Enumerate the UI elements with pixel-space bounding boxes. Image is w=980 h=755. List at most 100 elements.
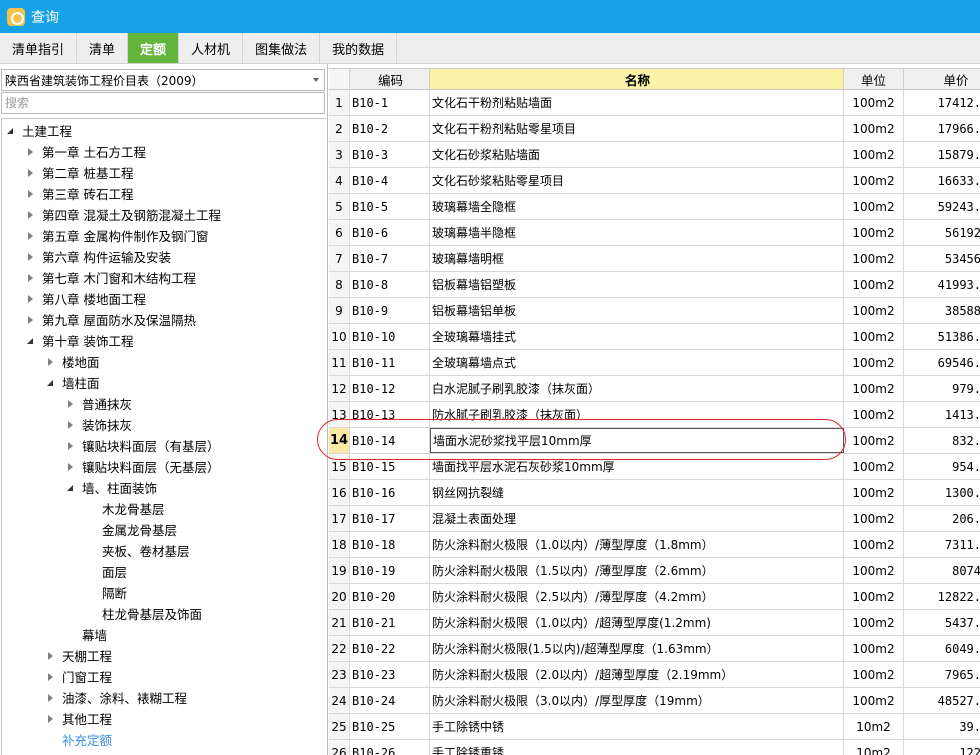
row-price: 41993. [904, 272, 980, 297]
tree-node[interactable]: 装饰抹灰 [66, 414, 132, 435]
tree-node[interactable]: 隔断 [86, 582, 127, 603]
tree-node[interactable]: 镶贴块料面层（无基层） [66, 456, 220, 477]
table-row[interactable]: 15 B10-15 墙面找平层水泥石灰砂浆10mm厚 100m2 954. [329, 454, 980, 480]
collapsed-arrow-icon[interactable] [46, 714, 56, 724]
table-row[interactable]: 19 B10-19 防火涂料耐火极限（1.5以内）/薄型厚度（2.6mm） 100m2… [329, 558, 980, 584]
row-code: B10-2 [350, 116, 430, 141]
table-row[interactable]: 23 B10-23 防火涂料耐火极限（2.0以内）/超薄型厚度（2.19mm） 100… [329, 662, 980, 688]
tree-node[interactable]: 木龙骨基层 [86, 498, 165, 519]
tree-node[interactable]: 油漆、涂料、裱糊工程 [46, 687, 187, 708]
tree-node[interactable]: 夹板、卷材基层 [86, 540, 190, 561]
row-price: 17966. [904, 116, 980, 141]
collapsed-arrow-icon[interactable] [26, 252, 36, 262]
table-row[interactable]: 5 B10-5 玻璃幕墙全隐框 100m2 59243. [329, 194, 980, 220]
collapsed-arrow-icon[interactable] [26, 147, 36, 157]
tree-node[interactable]: 补充定额 [46, 729, 112, 750]
collapsed-arrow-icon[interactable] [26, 294, 36, 304]
expanded-arrow-icon[interactable] [26, 336, 36, 346]
table-row[interactable]: 10 B10-10 全玻璃幕墙挂式 100m2 51386. [329, 324, 980, 350]
row-unit: 100m2 [844, 506, 904, 531]
tab-1[interactable]: 清单 [77, 33, 129, 63]
collapsed-arrow-icon[interactable] [66, 399, 76, 409]
row-price: 53456 [904, 246, 980, 271]
table-row[interactable]: 18 B10-18 防火涂料耐火极限（1.0以内）/薄型厚度（1.8mm） 100m2… [329, 532, 980, 558]
collapsed-arrow-icon[interactable] [26, 315, 36, 325]
table-row[interactable]: 16 B10-16 钢丝网抗裂缝 100m2 1300. [329, 480, 980, 506]
tree-node[interactable]: 第五章 金属构件制作及钢门窗 [26, 225, 208, 246]
tree-node[interactable]: 天棚工程 [46, 645, 112, 666]
tree-node[interactable]: 第七章 木门窗和木结构工程 [26, 267, 196, 288]
table-row[interactable]: 7 B10-7 玻璃幕墙明框 100m2 53456 [329, 246, 980, 272]
table-row[interactable]: 20 B10-20 防火涂料耐火极限（2.5以内）/薄型厚度（4.2mm） 100m2… [329, 584, 980, 610]
collapsed-arrow-icon[interactable] [46, 651, 56, 661]
tab-5[interactable]: 我的数据 [320, 33, 398, 63]
tree-node[interactable]: 第十一章 总体工程 [26, 750, 146, 755]
header-unit[interactable]: 单位 [844, 69, 904, 89]
tree-node[interactable]: 墙柱面 [46, 372, 100, 393]
table-row[interactable]: 17 B10-17 混凝土表面处理 100m2 206. [329, 506, 980, 532]
table-row[interactable]: 3 B10-3 文化石砂浆粘贴墙面 100m2 15879. [329, 142, 980, 168]
tree-node[interactable]: 第六章 构件运输及安装 [26, 246, 171, 267]
tab-3[interactable]: 人材机 [179, 33, 244, 63]
table-row[interactable]: 11 B10-11 全玻璃幕墙点式 100m2 69546. [329, 350, 980, 376]
header-price[interactable]: 单价 [904, 69, 980, 89]
collapsed-arrow-icon[interactable] [46, 672, 56, 682]
collapsed-arrow-icon[interactable] [26, 210, 36, 220]
table-row[interactable]: 24 B10-24 防火涂料耐火极限（3.0以内）/厚型厚度（19mm） 100m2 4… [329, 688, 980, 714]
tab-4[interactable]: 图集做法 [243, 33, 321, 63]
tree-node[interactable]: 墙、柱面装饰 [66, 477, 157, 498]
tree-node[interactable]: 第十章 装饰工程 [26, 330, 133, 351]
table-row[interactable]: 14 B10-14 墙面水泥砂浆找平层10mm厚 100m2 832. [329, 428, 980, 454]
tree-node[interactable]: 第一章 土石方工程 [26, 141, 146, 162]
row-code: B10-1 [350, 90, 430, 115]
tree-node[interactable]: 楼地面 [46, 351, 100, 372]
library-select[interactable]: 陕西省建筑装饰工程价目表（2009） [1, 69, 325, 91]
table-row[interactable]: 21 B10-21 防火涂料耐火极限（1.0以内）/超薄型厚度(1.2mm) 100m… [329, 610, 980, 636]
row-unit: 100m2 [844, 532, 904, 557]
collapsed-arrow-icon[interactable] [66, 441, 76, 451]
tree-node[interactable]: 门窗工程 [46, 666, 112, 687]
table-row[interactable]: 9 B10-9 铝板幕墙铝单板 100m2 38588 [329, 298, 980, 324]
tab-2[interactable]: 定额 [128, 33, 180, 63]
table-row[interactable]: 1 B10-1 文化石干粉剂粘贴墙面 100m2 17412. [329, 90, 980, 116]
table-row[interactable]: 2 B10-2 文化石干粉剂粘贴零星项目 100m2 17966. [329, 116, 980, 142]
expanded-arrow-icon[interactable] [6, 126, 16, 136]
tree-node-label: 柱龙骨基层及饰面 [102, 607, 203, 622]
chevron-down-icon[interactable] [313, 78, 319, 82]
collapsed-arrow-icon[interactable] [26, 168, 36, 178]
tree-node[interactable]: 第三章 砖石工程 [26, 183, 133, 204]
table-row[interactable]: 13 B10-13 防水腻子刷乳胶漆（抹灰面） 100m2 1413. [329, 402, 980, 428]
table-row[interactable]: 4 B10-4 文化石砂浆粘贴零星项目 100m2 16633. [329, 168, 980, 194]
collapsed-arrow-icon[interactable] [26, 231, 36, 241]
tree-node[interactable]: 镶贴块料面层（有基层） [66, 435, 220, 456]
tree-node[interactable]: 幕墙 [66, 624, 107, 645]
tab-0[interactable]: 清单指引 [0, 33, 78, 63]
search-input[interactable] [1, 92, 325, 114]
expanded-arrow-icon[interactable] [46, 378, 56, 388]
collapsed-arrow-icon[interactable] [66, 420, 76, 430]
tree-node[interactable]: 面层 [86, 561, 127, 582]
tree-node[interactable]: 柱龙骨基层及饰面 [86, 603, 202, 624]
collapsed-arrow-icon[interactable] [66, 462, 76, 472]
tree-node[interactable]: 土建工程 [6, 120, 72, 141]
tree-node[interactable]: 第二章 桩基工程 [26, 162, 133, 183]
tree-node[interactable]: 第九章 屋面防水及保温隔热 [26, 309, 196, 330]
collapsed-arrow-icon[interactable] [26, 273, 36, 283]
tree-node[interactable]: 第八章 楼地面工程 [26, 288, 146, 309]
collapsed-arrow-icon[interactable] [46, 357, 56, 367]
tree-node[interactable]: 普通抹灰 [66, 393, 132, 414]
table-row[interactable]: 6 B10-6 玻璃幕墙半隐框 100m2 56192 [329, 220, 980, 246]
header-name[interactable]: 名称 [430, 69, 844, 89]
tree-node[interactable]: 第四章 混凝土及钢筋混凝土工程 [26, 204, 221, 225]
header-code[interactable]: 编码 [350, 69, 430, 89]
tree-node[interactable]: 其他工程 [46, 708, 112, 729]
table-row[interactable]: 12 B10-12 白水泥腻子刷乳胶漆（抹灰面） 100m2 979. [329, 376, 980, 402]
table-row[interactable]: 25 B10-25 手工除锈中锈 10m2 39. [329, 714, 980, 740]
expanded-arrow-icon[interactable] [66, 483, 76, 493]
collapsed-arrow-icon[interactable] [26, 189, 36, 199]
collapsed-arrow-icon[interactable] [46, 693, 56, 703]
table-row[interactable]: 22 B10-22 防火涂料耐火极限(1.5以内)/超薄型厚度（1.63mm） 100… [329, 636, 980, 662]
tree-node[interactable]: 金属龙骨基层 [86, 519, 177, 540]
table-row[interactable]: 8 B10-8 铝板幕墙铝塑板 100m2 41993. [329, 272, 980, 298]
table-row[interactable]: 26 B10-26 手工除锈重锈 10m2 122 [329, 740, 980, 755]
